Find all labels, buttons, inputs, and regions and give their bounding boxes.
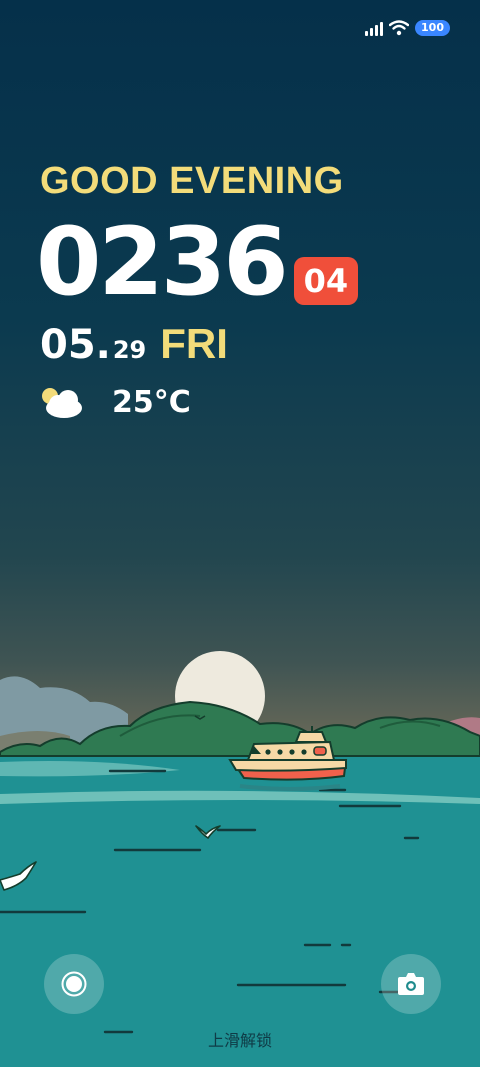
swipe-unlock-hint: 上滑解锁 — [207, 1031, 272, 1050]
date-month: 05. — [40, 322, 111, 368]
camera-shortcut-button[interactable] — [381, 954, 441, 1014]
temperature: 25°C — [112, 384, 191, 420]
clock: 0236 04 — [36, 208, 359, 317]
signal-bars-icon — [365, 20, 384, 36]
weather: 25°C — [38, 384, 191, 420]
weekday: FRI — [160, 320, 228, 367]
partly-cloudy-icon — [42, 388, 82, 418]
record-icon — [61, 971, 87, 997]
greeting-text: GOOD EVENING — [40, 160, 344, 202]
wifi-icon — [389, 20, 410, 36]
battery-badge: 100 — [415, 20, 450, 36]
camera-icon — [398, 973, 424, 995]
clock-seconds-badge: 04 — [293, 257, 359, 305]
date-day: 29 — [112, 336, 147, 364]
date: 05. 29 FRI — [40, 320, 228, 368]
clock-time: 0236 — [36, 208, 289, 317]
record-shortcut-button[interactable] — [44, 954, 104, 1014]
status-bar: 100 — [365, 20, 450, 36]
